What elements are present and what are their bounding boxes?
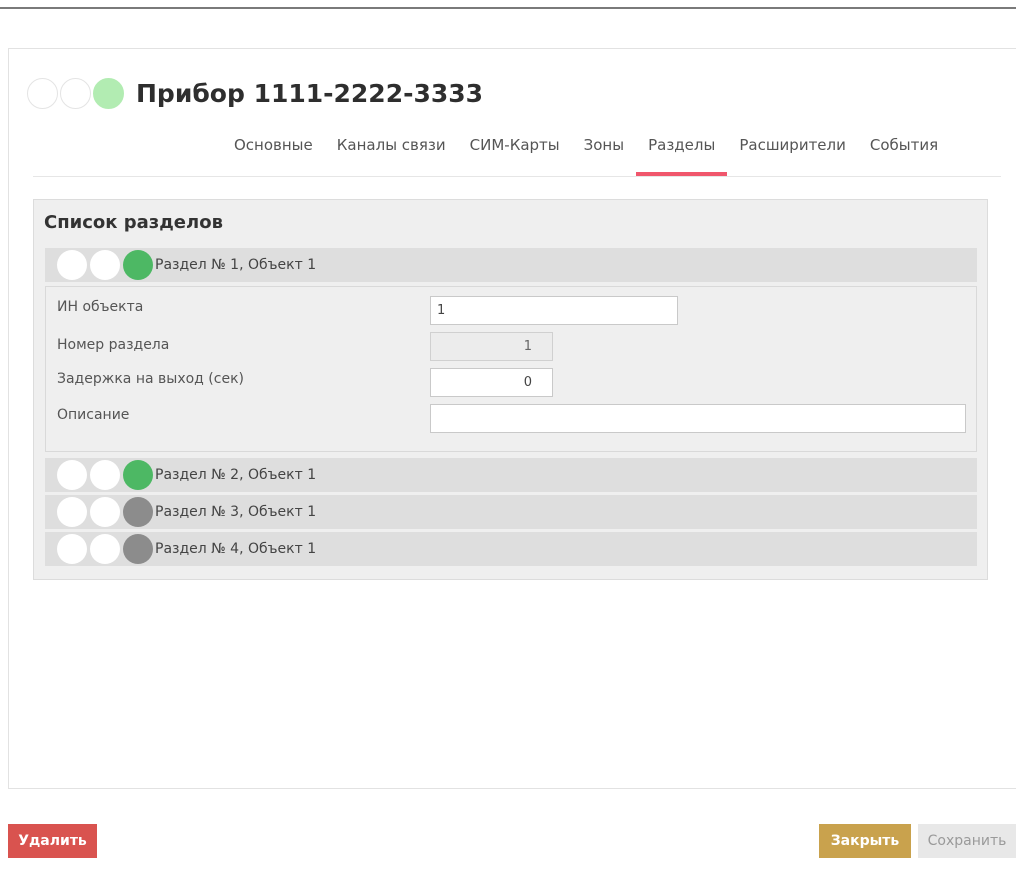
section-details: ИН объекта Номер раздела Задержка на вых… [45, 286, 977, 452]
save-button[interactable]: Сохранить [918, 824, 1016, 858]
section-label: Раздел № 4, Объект 1 [155, 541, 317, 557]
tab-zones[interactable]: Зоны [572, 128, 636, 176]
section-label: Раздел № 2, Объект 1 [155, 467, 317, 483]
section-row-3[interactable]: Раздел № 3, Объект 1 [45, 495, 977, 529]
section-number-input [430, 332, 553, 361]
tab-sim-cards[interactable]: СИМ-Карты [458, 128, 572, 176]
tab-events[interactable]: События [858, 128, 950, 176]
panel-title: Список разделов [44, 212, 223, 233]
page-title: Прибор 1111-2222-3333 [136, 78, 484, 108]
tab-general[interactable]: Основные [222, 128, 325, 176]
tab-channels[interactable]: Каналы связи [325, 128, 458, 176]
section-status-dot [123, 250, 153, 280]
tab-expanders[interactable]: Расширители [727, 128, 858, 176]
status-dot-3 [93, 77, 124, 109]
section-dot-1 [57, 250, 87, 280]
section-dot-2 [90, 460, 120, 490]
section-status-dot [123, 534, 153, 564]
device-header: Прибор 1111-2222-3333 [27, 75, 483, 111]
section-label: Раздел № 1, Объект 1 [155, 257, 317, 273]
object-id-label: ИН объекта [57, 299, 144, 315]
section-row-2[interactable]: Раздел № 2, Объект 1 [45, 458, 977, 492]
exit-delay-input[interactable] [430, 368, 553, 397]
close-button[interactable]: Закрыть [819, 824, 911, 858]
section-dot-1 [57, 534, 87, 564]
section-dot-2 [90, 250, 120, 280]
exit-delay-label: Задержка на выход (сек) [57, 371, 244, 387]
status-dot-2 [60, 77, 91, 109]
section-dot-2 [90, 497, 120, 527]
section-label: Раздел № 3, Объект 1 [155, 504, 317, 520]
section-dot-2 [90, 534, 120, 564]
section-row-4[interactable]: Раздел № 4, Объект 1 [45, 532, 977, 566]
section-dot-1 [57, 497, 87, 527]
tab-bar: Основные Каналы связи СИМ-Карты Зоны Раз… [222, 128, 950, 176]
section-number-label: Номер раздела [57, 337, 170, 353]
delete-button[interactable]: Удалить [8, 824, 97, 858]
object-id-input[interactable] [430, 296, 678, 325]
sections-panel: Список разделов Раздел № 1, Объект 1 ИН … [33, 199, 988, 580]
description-input[interactable] [430, 404, 966, 433]
window-top-border [0, 0, 1016, 9]
section-status-dot [123, 497, 153, 527]
description-label: Описание [57, 407, 130, 423]
section-dot-1 [57, 460, 87, 490]
section-row-1[interactable]: Раздел № 1, Объект 1 [45, 248, 977, 282]
tabs-divider [33, 176, 1001, 177]
section-status-dot [123, 460, 153, 490]
tab-sections[interactable]: Разделы [636, 128, 728, 176]
status-dot-1 [27, 77, 58, 109]
